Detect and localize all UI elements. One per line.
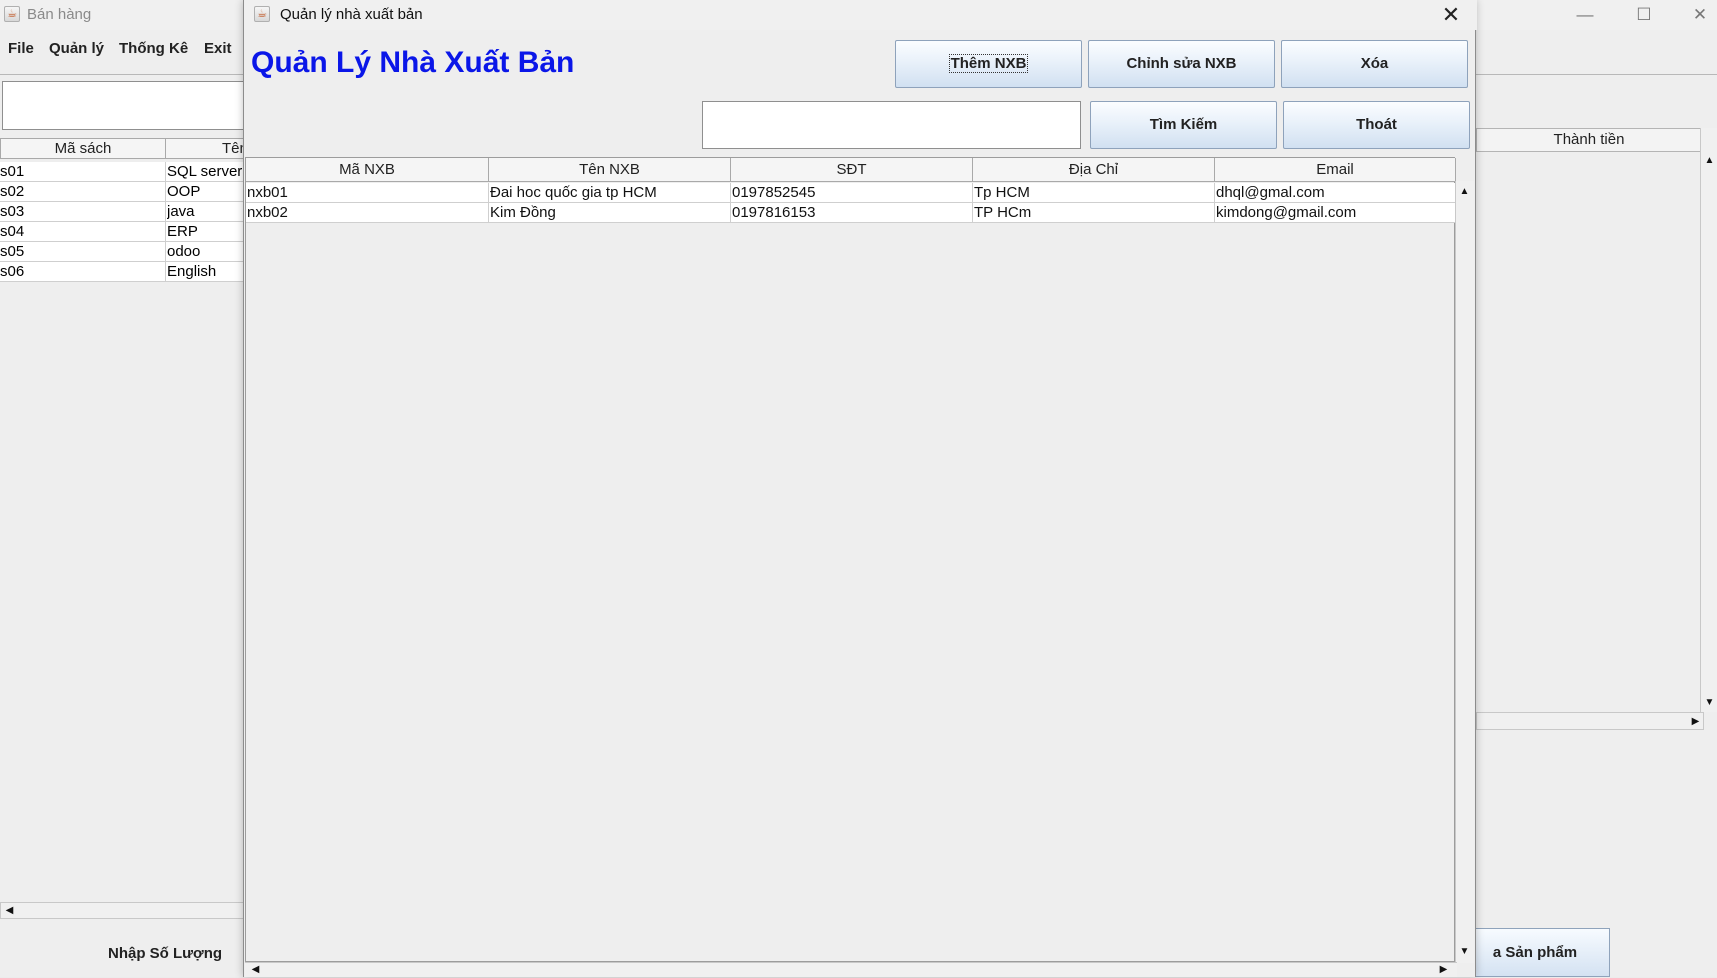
table-row[interactable]: nxb02 Kim Đồng 0197816153 TP HCm kimdong… xyxy=(246,203,1456,223)
dialog-title: Quản lý nhà xuất bản xyxy=(280,6,423,23)
cell-ten-nxb: Kim Đồng xyxy=(489,203,731,223)
table-row[interactable]: s03 java xyxy=(0,202,260,222)
cell-ten-nxb: Đai hoc quốc gia tp HCM xyxy=(489,183,731,203)
cell-ma-nxb: nxb01 xyxy=(246,183,489,203)
cell-dia-chi: Tp HCM xyxy=(973,183,1215,203)
cell-email: kimdong@gmail.com xyxy=(1215,203,1456,223)
maximize-icon[interactable]: ☐ xyxy=(1629,3,1659,27)
table-row[interactable]: s02 OOP xyxy=(0,182,260,202)
publisher-table: Mã NXB Tên NXB SĐT Địa Chỉ Email nxb01 Đ… xyxy=(245,157,1456,962)
cell-ma-sach: s01 xyxy=(0,162,166,182)
column-header-thanh-tien[interactable]: Thành tiền xyxy=(1476,128,1702,152)
add-publisher-button-label: Thêm NXB xyxy=(948,54,1029,73)
java-app-icon: ☕ xyxy=(4,6,20,22)
background-search-input[interactable] xyxy=(2,81,262,130)
cell-dia-chi: TP HCm xyxy=(973,203,1215,223)
cell-ma-nxb: nxb02 xyxy=(246,203,489,223)
exit-button[interactable]: Thoát xyxy=(1283,101,1470,149)
scroll-right-icon[interactable]: ▶ xyxy=(1435,961,1452,978)
right-table-hscrollbar[interactable]: ▶ xyxy=(1476,712,1704,730)
background-window-title: Bán hàng xyxy=(27,6,92,23)
delete-button[interactable]: Xóa xyxy=(1281,40,1468,88)
menu-file[interactable]: File xyxy=(8,40,34,57)
close-icon[interactable]: ✕ xyxy=(1438,2,1464,28)
page-title: Quản Lý Nhà Xuất Bản xyxy=(251,46,575,79)
scroll-right-icon[interactable]: ▶ xyxy=(1687,713,1704,730)
scroll-down-icon[interactable]: ▼ xyxy=(1456,943,1473,960)
table-hscrollbar[interactable]: ◀ ▶ xyxy=(245,962,1457,977)
cell-sdt: 0197852545 xyxy=(731,183,973,203)
table-row[interactable]: s04 ERP xyxy=(0,222,260,242)
table-row[interactable]: nxb01 Đai hoc quốc gia tp HCM 0197852545… xyxy=(246,183,1456,203)
column-header-ma-nxb[interactable]: Mã NXB xyxy=(246,158,489,182)
cell-sdt: 0197816153 xyxy=(731,203,973,223)
menu-thong-ke[interactable]: Thống Kê xyxy=(119,40,188,57)
search-input[interactable] xyxy=(702,101,1081,149)
search-button[interactable]: Tìm Kiếm xyxy=(1090,101,1277,149)
java-app-icon: ☕ xyxy=(254,6,270,22)
cell-ma-sach: s02 xyxy=(0,182,166,202)
menu-exit[interactable]: Exit xyxy=(204,40,232,57)
background-product-button[interactable]: a Sản phẩm xyxy=(1460,928,1610,977)
table-row[interactable]: s05 odoo xyxy=(0,242,260,262)
cell-ma-sach: s05 xyxy=(0,242,166,262)
close-icon[interactable]: ✕ xyxy=(1685,3,1715,27)
column-header-sdt[interactable]: SĐT xyxy=(731,158,973,182)
column-header-dia-chi[interactable]: Địa Chỉ xyxy=(973,158,1215,182)
table-vscrollbar[interactable]: ▲ ▼ xyxy=(1455,181,1474,963)
column-header-ten-nxb[interactable]: Tên NXB xyxy=(489,158,731,182)
edit-publisher-button[interactable]: Chỉnh sửa NXB xyxy=(1088,40,1275,88)
quantity-label: Nhập Số Lượng xyxy=(108,945,223,962)
scroll-down-icon[interactable]: ▼ xyxy=(1701,694,1717,711)
right-table-vscrollbar[interactable]: ▲ ▼ xyxy=(1700,128,1717,712)
cell-ma-sach: s03 xyxy=(0,202,166,222)
column-header-ma-sach[interactable]: Mã sách xyxy=(0,138,166,159)
scroll-up-icon[interactable]: ▲ xyxy=(1456,183,1473,200)
cell-email: dhql@gmal.com xyxy=(1215,183,1456,203)
minimize-icon[interactable]: — xyxy=(1570,3,1600,27)
add-publisher-button[interactable]: Thêm NXB xyxy=(895,40,1082,88)
publisher-dialog: ☕ Quản lý nhà xuất bản ✕ Quản Lý Nhà Xuấ… xyxy=(243,0,1477,977)
cell-ma-sach: s04 xyxy=(0,222,166,242)
scroll-left-icon[interactable]: ◀ xyxy=(247,961,264,978)
table-row[interactable]: s01 SQL server xyxy=(0,162,260,182)
scroll-up-icon[interactable]: ▲ xyxy=(1701,152,1717,169)
background-table-hscrollbar[interactable]: ◀ xyxy=(0,902,260,919)
dialog-titlebar: ☕ Quản lý nhà xuất bản ✕ xyxy=(244,0,1477,30)
cell-ma-sach: s06 xyxy=(0,262,166,282)
scroll-left-icon[interactable]: ◀ xyxy=(1,902,18,919)
column-header-email[interactable]: Email xyxy=(1215,158,1456,182)
window-controls: — ☐ ✕ xyxy=(1560,0,1717,30)
table-row[interactable]: s06 English xyxy=(0,262,260,282)
menu-quan-ly[interactable]: Quản lý xyxy=(49,40,104,57)
